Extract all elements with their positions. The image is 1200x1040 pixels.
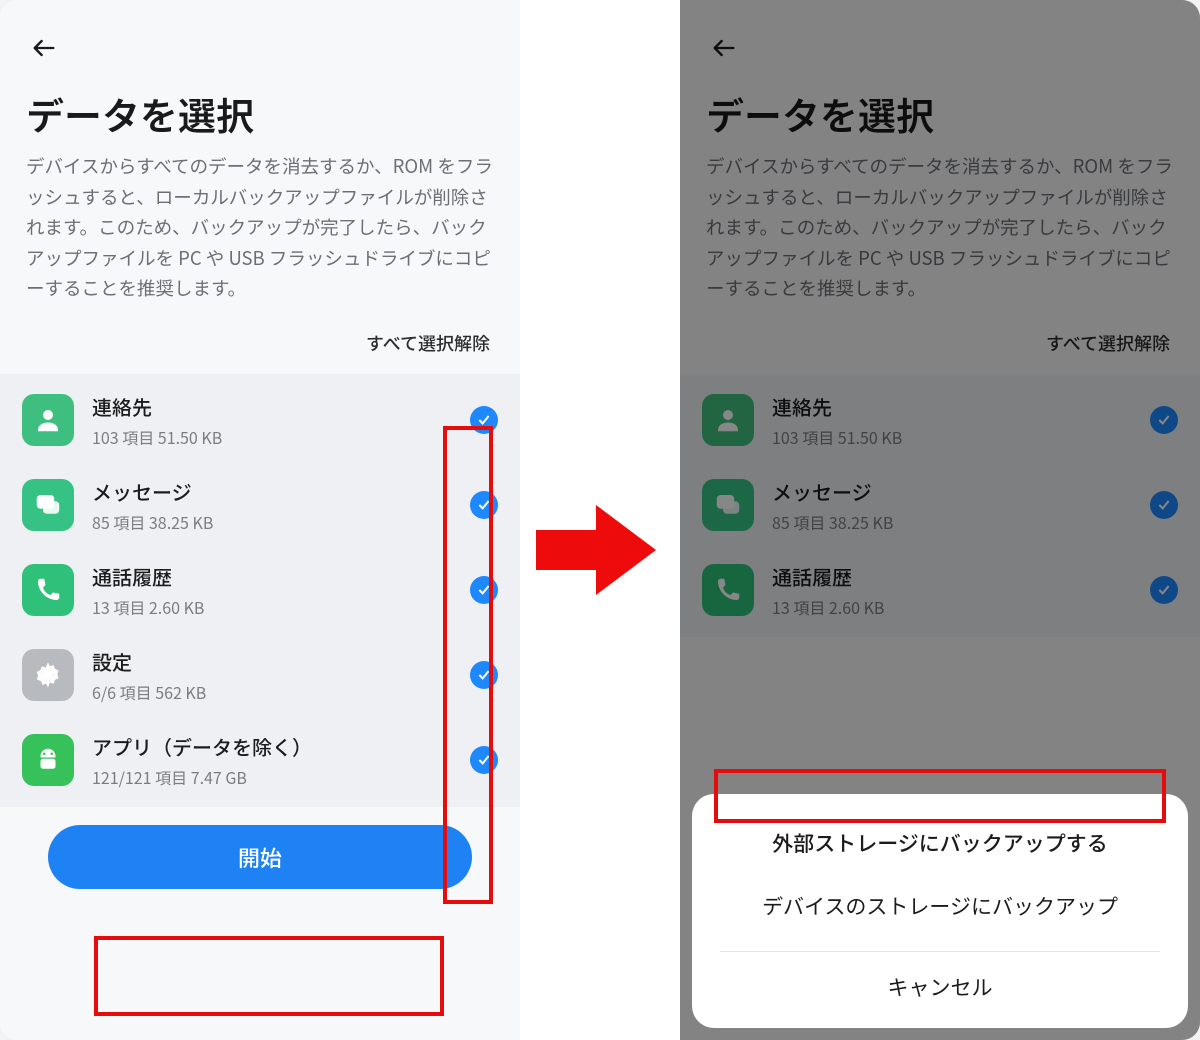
list-item-apps[interactable]: アプリ（データを除く） 121/121 項目 7.47 GB: [0, 718, 520, 803]
page-title: データを選択: [0, 68, 520, 151]
tutorial-stage: データを選択 デバイスからすべてのデータを消去するか、ROM をフラッシュすると…: [0, 0, 1200, 1040]
list-item-settings[interactable]: 設定 6/6 項目 562 KB: [0, 633, 520, 718]
row-text: 設定 6/6 項目 562 KB: [92, 647, 470, 704]
list-item-messages[interactable]: メッセージ 85 項目 38.25 KB: [0, 463, 520, 548]
messages-icon: [22, 479, 74, 531]
phone-right: データを選択 デバイスからすべてのデータを消去するか、ROM をフラッシュすると…: [680, 0, 1200, 1040]
option-device-storage[interactable]: デバイスのストレージにバックアップ: [692, 876, 1188, 945]
topbar: [0, 0, 520, 68]
gear-icon: [22, 649, 74, 701]
row-sub: 85 項目 38.25 KB: [92, 510, 470, 534]
backup-destination-sheet: 外部ストレージにバックアップする デバイスのストレージにバックアップ キャンセル: [692, 794, 1188, 1028]
back-button[interactable]: [24, 28, 64, 68]
deselect-all-button[interactable]: すべて選択解除: [0, 304, 520, 374]
gap: [520, 0, 680, 1040]
list-item-contacts[interactable]: 連絡先 103 項目 51.50 KB: [0, 378, 520, 463]
row-title: メッセージ: [92, 477, 470, 506]
row-title: 連絡先: [92, 392, 470, 421]
checkbox[interactable]: [470, 661, 498, 689]
row-sub: 13 項目 2.60 KB: [92, 595, 470, 619]
checkbox[interactable]: [470, 746, 498, 774]
row-sub: 121/121 項目 7.47 GB: [92, 765, 470, 789]
page-description: デバイスからすべてのデータを消去するか、ROM をフラッシュすると、ローカルバッ…: [0, 151, 520, 304]
row-title: 通話履歴: [92, 562, 470, 591]
row-sub: 6/6 項目 562 KB: [92, 680, 470, 704]
row-text: 通話履歴 13 項目 2.60 KB: [92, 562, 470, 619]
android-icon: [22, 734, 74, 786]
start-button-label: 開始: [238, 841, 282, 873]
contacts-icon: [22, 394, 74, 446]
row-sub: 103 項目 51.50 KB: [92, 425, 470, 449]
row-title: アプリ（データを除く）: [92, 732, 470, 761]
back-arrow-icon: [30, 34, 58, 62]
phone-icon: [22, 564, 74, 616]
row-text: 連絡先 103 項目 51.50 KB: [92, 392, 470, 449]
row-title: 設定: [92, 647, 470, 676]
list-item-call-log[interactable]: 通話履歴 13 項目 2.60 KB: [0, 548, 520, 633]
checkbox[interactable]: [470, 491, 498, 519]
phone-left: データを選択 デバイスからすべてのデータを消去するか、ROM をフラッシュすると…: [0, 0, 520, 1040]
checkbox[interactable]: [470, 576, 498, 604]
cancel-button[interactable]: キャンセル: [692, 952, 1188, 1010]
row-text: メッセージ 85 項目 38.25 KB: [92, 477, 470, 534]
data-list: 連絡先 103 項目 51.50 KB メッセージ 85 項目 38.25 KB: [0, 374, 520, 807]
phone-left-surface: データを選択 デバイスからすべてのデータを消去するか、ROM をフラッシュすると…: [0, 0, 520, 1040]
option-external-storage[interactable]: 外部ストレージにバックアップする: [692, 820, 1188, 876]
checkbox[interactable]: [470, 406, 498, 434]
start-button[interactable]: 開始: [48, 825, 472, 889]
row-text: アプリ（データを除く） 121/121 項目 7.47 GB: [92, 732, 470, 789]
